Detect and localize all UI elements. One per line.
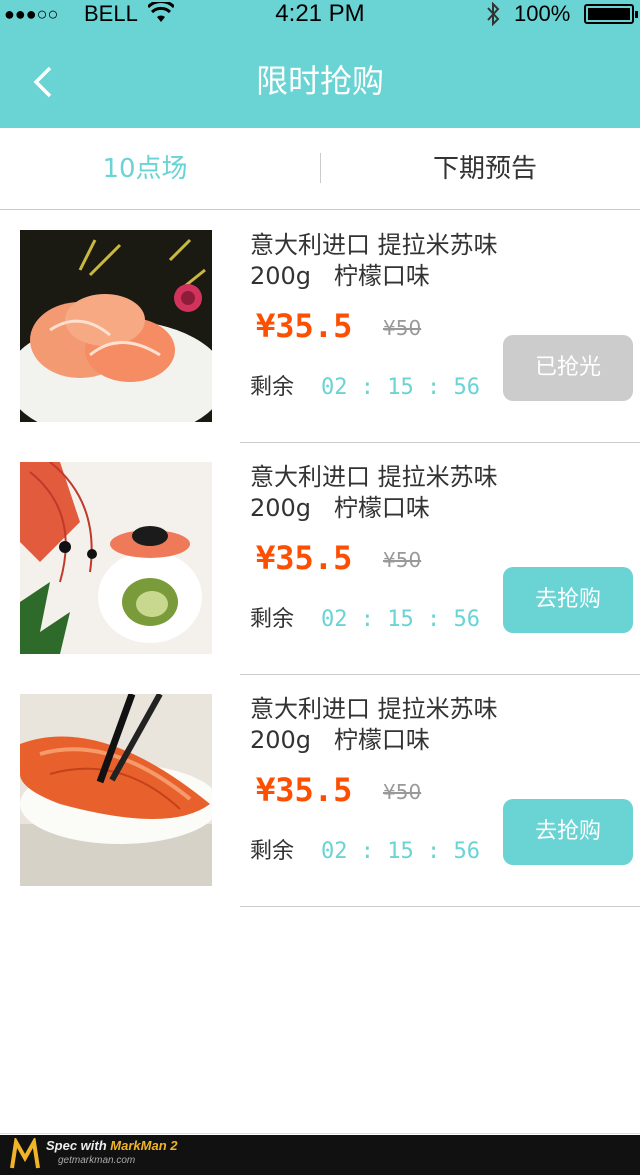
footer-url: getmarkman.com bbox=[58, 1155, 136, 1166]
footer-brand: Spec with MarkMan 2 bbox=[46, 1138, 178, 1153]
tab-current-session[interactable]: 10点场 bbox=[60, 128, 230, 210]
footer-brand-name: MarkMan 2 bbox=[110, 1138, 178, 1153]
product-name-line1: 意大利进口 提拉米苏味 bbox=[250, 695, 498, 723]
product-name-line2: 200g 柠檬口味 bbox=[250, 726, 430, 754]
countdown-timer: 02 : 15 : 56 bbox=[321, 839, 480, 864]
markman-logo-icon bbox=[10, 1138, 40, 1169]
tab-next-preview[interactable]: 下期预告 bbox=[400, 128, 570, 210]
product-image-sushi-roll[interactable] bbox=[20, 462, 212, 654]
product-price: ¥35.5 bbox=[256, 539, 353, 577]
product-name: 意大利进口 提拉米苏味 200g 柠檬口味 bbox=[250, 230, 630, 292]
battery-icon bbox=[584, 4, 638, 24]
product-item[interactable]: 意大利进口 提拉米苏味 200g 柠檬口味 ¥35.5 ¥50 剩余 02 : … bbox=[0, 674, 640, 907]
sold-out-button[interactable]: 已抢光 bbox=[503, 335, 633, 401]
product-original-price: ¥50 bbox=[383, 316, 422, 340]
markman-footer: Spec with MarkMan 2 getmarkman.com bbox=[0, 1135, 640, 1175]
countdown-timer: 02 : 15 : 56 bbox=[321, 607, 480, 632]
row-divider bbox=[240, 906, 640, 907]
buy-now-button[interactable]: 去抢购 bbox=[503, 799, 633, 865]
product-name-line2: 200g 柠檬口味 bbox=[250, 494, 430, 522]
header-bar: ●●●○○ BELL 4:21 PM 100% 限时抢购 bbox=[0, 0, 640, 128]
footer-divider bbox=[0, 1133, 640, 1134]
buy-now-button[interactable]: 去抢购 bbox=[503, 567, 633, 633]
product-price: ¥35.5 bbox=[256, 771, 353, 809]
product-original-price: ¥50 bbox=[383, 780, 422, 804]
remaining-label: 剩余 bbox=[250, 839, 295, 864]
product-item[interactable]: 意大利进口 提拉米苏味 200g 柠檬口味 ¥35.5 ¥50 剩余 02 : … bbox=[0, 210, 640, 443]
product-image-salmon[interactable] bbox=[20, 230, 212, 422]
product-name-line2: 200g 柠檬口味 bbox=[250, 262, 430, 290]
product-original-price: ¥50 bbox=[383, 548, 422, 572]
bluetooth-icon bbox=[486, 1, 500, 31]
product-name-line1: 意大利进口 提拉米苏味 bbox=[250, 463, 498, 491]
footer-brand-prefix: Spec with bbox=[46, 1138, 111, 1153]
status-bar: ●●●○○ BELL 4:21 PM 100% bbox=[0, 0, 640, 30]
product-name: 意大利进口 提拉米苏味 200g 柠檬口味 bbox=[250, 462, 630, 524]
session-tabs: 10点场 下期预告 bbox=[0, 128, 640, 210]
page-title: 限时抢购 bbox=[255, 62, 384, 100]
battery-percentage: 100% bbox=[514, 1, 571, 26]
remaining-label: 剩余 bbox=[250, 375, 295, 400]
remaining-label: 剩余 bbox=[250, 607, 295, 632]
product-image-salmon-nigiri[interactable] bbox=[20, 694, 212, 886]
product-price: ¥35.5 bbox=[256, 307, 353, 345]
product-name: 意大利进口 提拉米苏味 200g 柠檬口味 bbox=[250, 694, 630, 756]
product-name-line1: 意大利进口 提拉米苏味 bbox=[250, 231, 498, 259]
product-item[interactable]: 意大利进口 提拉米苏味 200g 柠檬口味 ¥35.5 ¥50 剩余 02 : … bbox=[0, 442, 640, 675]
countdown-timer: 02 : 15 : 56 bbox=[321, 375, 480, 400]
tab-divider bbox=[320, 153, 321, 183]
